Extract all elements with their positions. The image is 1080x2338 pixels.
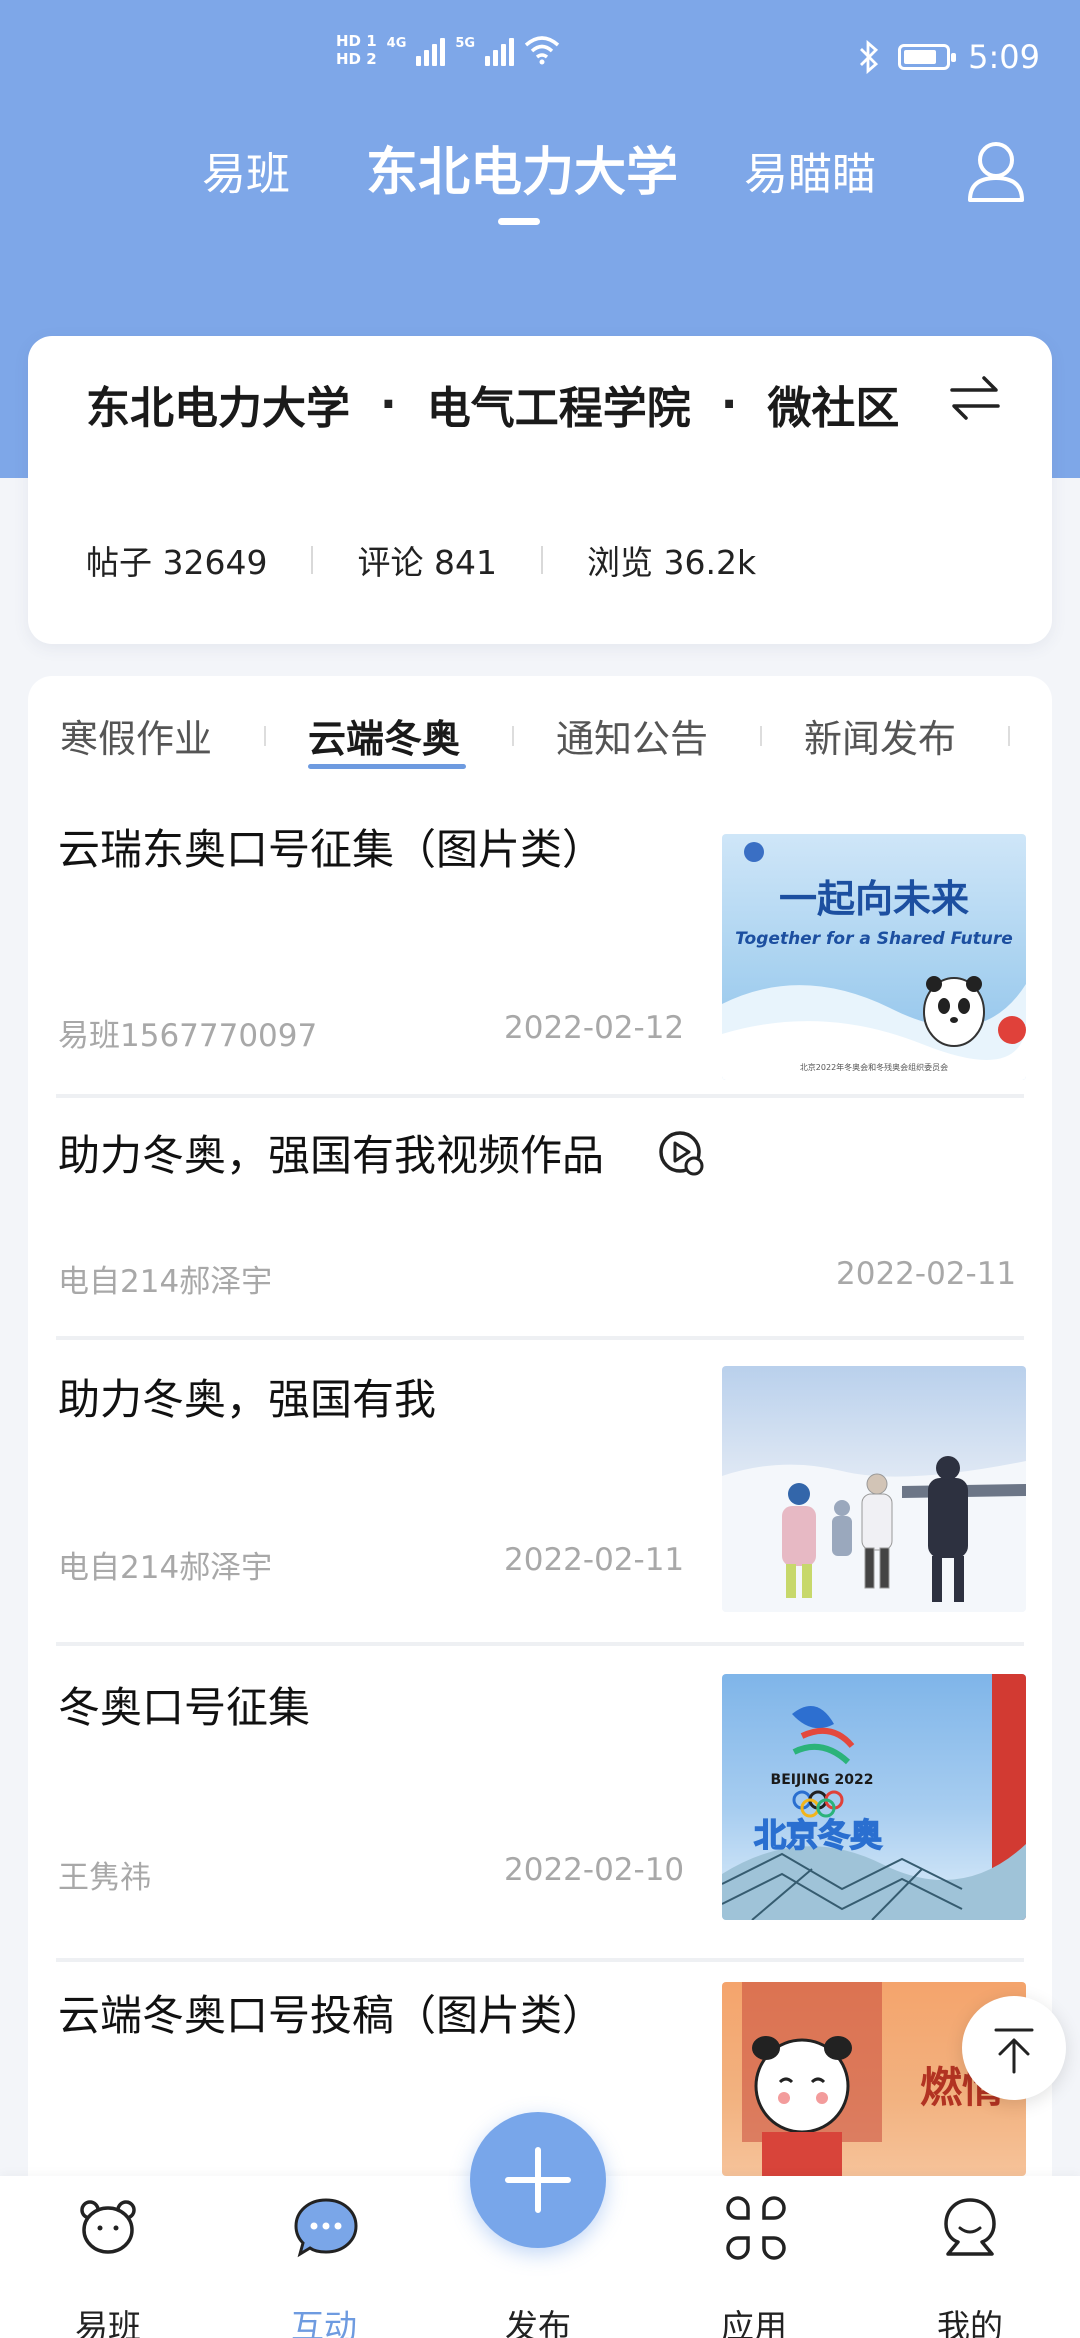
college-name: 电气工程学院: [426, 383, 691, 434]
post-thumbnail: BEIJING 2022 北京冬奥: [722, 1674, 1026, 1920]
post-title: 冬奥口号征集: [58, 1683, 311, 1732]
olympic-rings-icon: [792, 1790, 844, 1818]
bottom-nav-label: 我的: [937, 2307, 1003, 2338]
post-title: 云端冬奥口号投稿（图片类）: [58, 1991, 605, 2040]
tab-cloud-olympics[interactable]: 云端冬奥: [308, 708, 460, 763]
signal-bars-icon: [485, 34, 515, 66]
network-type-1: 4G: [386, 36, 407, 51]
top-tab-yiban[interactable]: 易班: [202, 138, 290, 202]
post-author: 易班1567770097: [58, 1018, 318, 1054]
post-list-panel: 寒假作业 云端冬奥 通知公告 新闻发布 云瑞东奥口号征集（图片类） 易班1567…: [28, 676, 1052, 2176]
list-item[interactable]: 冬奥口号征集 王隽祎 2022-02-10 BEIJING 2022 北京冬奥: [28, 1674, 1052, 1964]
hd2-badge: HD 2: [336, 50, 377, 68]
views-stat: 浏览 36.2k: [587, 536, 756, 584]
stat-divider: [540, 546, 543, 574]
stat-divider: [311, 546, 314, 574]
post-title: 助力冬奥，强国有我: [58, 1375, 437, 1424]
hd1-badge: HD 1: [336, 32, 377, 50]
signal-indicators: HD 1 HD 2 4G 5G: [336, 32, 560, 68]
post-date: 2022-02-12: [504, 1010, 685, 1046]
posts-count: 32649: [162, 543, 268, 582]
signal-bars-icon: [416, 34, 446, 66]
post-title: 助力冬奥，强国有我视频作品: [58, 1131, 605, 1180]
tab-separator: [264, 726, 266, 746]
community-stats: 帖子 32649 评论 841 浏览 36.2k: [86, 536, 756, 584]
arrow-up-icon: [994, 2028, 1034, 2074]
status-right: 5:09: [858, 38, 1040, 76]
status-bar: HD 1 HD 2 4G 5G 5:09: [0, 0, 1080, 118]
poster-beijing-2022: BEIJING 2022: [771, 1772, 874, 1788]
community-card: 东北电力大学 · 电气工程学院 · 微社区 帖子 32649 评论 841 浏览…: [28, 336, 1052, 644]
beijing-winter-olympics-poster-image: BEIJING 2022 北京冬奥: [722, 1674, 1026, 1920]
post-author: 电自214郝泽宇: [58, 1264, 273, 1300]
tab-separator: [512, 726, 514, 746]
posts-label: 帖子: [86, 543, 152, 582]
post-divider: [56, 1336, 1024, 1340]
post-title: 云瑞东奥口号征集（图片类）: [58, 825, 605, 874]
tab-announcements[interactable]: 通知公告: [556, 708, 708, 763]
post-date: 2022-02-10: [504, 1852, 685, 1888]
switch-community-icon[interactable]: [948, 374, 1002, 422]
breadcrumb-separator: ·: [720, 378, 738, 430]
bluetooth-icon: [860, 40, 879, 74]
post-divider: [56, 1642, 1024, 1646]
bottom-nav-label: 发布: [505, 2307, 571, 2338]
ski-photo-image: [722, 1456, 1026, 1612]
battery-icon: [898, 44, 957, 70]
apps-grid-icon: [726, 2196, 786, 2260]
chat-bubble-icon: [294, 2198, 358, 2258]
post-date: 2022-02-11: [504, 1542, 685, 1578]
tab-separator: [1008, 726, 1010, 746]
top-nav: 易班 东北电力大学 易瞄瞄: [0, 130, 1080, 240]
post-thumbnail: 一起向未来 Together for a Shared Future 北京202…: [722, 834, 1026, 1080]
tab-separator: [760, 726, 762, 746]
bear-icon: [80, 2200, 136, 2254]
school-name: 东北电力大学: [86, 383, 350, 434]
community-breadcrumb: 东北电力大学 · 电气工程学院 · 微社区: [86, 372, 899, 436]
list-item[interactable]: 云瑞东奥口号征集（图片类） 易班1567770097 2022-02-12 一起…: [28, 816, 1052, 1106]
hd-badges: HD 1 HD 2: [336, 32, 377, 68]
tab-news[interactable]: 新闻发布: [804, 708, 956, 763]
bottom-nav-label: 应用: [721, 2307, 787, 2338]
posts-stat: 帖子 32649: [86, 536, 267, 584]
poster-text-en: Together for a Shared Future: [735, 929, 1013, 949]
category-tabs: 寒假作业 云端冬奥 通知公告 新闻发布: [28, 676, 1052, 776]
active-tab-indicator: [498, 218, 540, 225]
poster-text-cn: 一起向未来: [779, 876, 969, 921]
post-divider: [56, 1958, 1024, 1962]
poster-text-cn: 北京冬奥: [754, 1816, 882, 1854]
wifi-icon: [524, 36, 560, 65]
tab-winter-homework[interactable]: 寒假作业: [60, 708, 212, 763]
bottom-nav-label: 互动: [291, 2307, 357, 2338]
list-item[interactable]: 助力冬奥，强国有我视频作品 电自214郝泽宇 2022-02-11: [28, 1122, 1052, 1346]
publish-fab-button[interactable]: [470, 2112, 606, 2248]
comments-count: 841: [433, 543, 497, 582]
top-tab-yimiaomiao[interactable]: 易瞄瞄: [744, 138, 876, 202]
post-author: 电自214郝泽宇: [58, 1550, 273, 1586]
views-label: 浏览: [586, 543, 653, 582]
breadcrumb-separator: ·: [380, 378, 397, 430]
active-category-indicator: [308, 764, 466, 769]
top-tab-school[interactable]: 东北电力大学: [366, 130, 678, 205]
user-profile-icon[interactable]: [966, 138, 1026, 204]
post-author: 王隽祎: [58, 1860, 151, 1896]
post-thumbnail: [722, 1366, 1026, 1612]
video-play-icon: [659, 1131, 704, 1176]
views-count: 36.2k: [663, 543, 757, 582]
comments-stat: 评论 841: [357, 536, 497, 584]
post-divider: [56, 1094, 1024, 1098]
bottom-nav-label: 易班: [75, 2307, 141, 2338]
scroll-to-top-button[interactable]: [962, 1996, 1066, 2100]
plus-icon: [505, 2147, 571, 2213]
post-date: 2022-02-11: [836, 1256, 1017, 1292]
beijing-2022-poster-image: 一起向未来 Together for a Shared Future 北京202…: [722, 842, 1026, 1080]
poster-caption: 北京2022年冬奥会和冬残奥会组织委员会: [800, 1062, 948, 1072]
clock: 5:09: [968, 38, 1040, 76]
profile-icon: [944, 2198, 996, 2256]
comments-label: 评论: [357, 543, 424, 582]
panda-mascot-icon: [923, 976, 985, 1047]
network-type-2: 5G: [455, 36, 476, 51]
list-item[interactable]: 助力冬奥，强国有我 电自214郝泽宇 2022-02-11: [28, 1366, 1052, 1656]
section-name: 微社区: [767, 383, 900, 434]
